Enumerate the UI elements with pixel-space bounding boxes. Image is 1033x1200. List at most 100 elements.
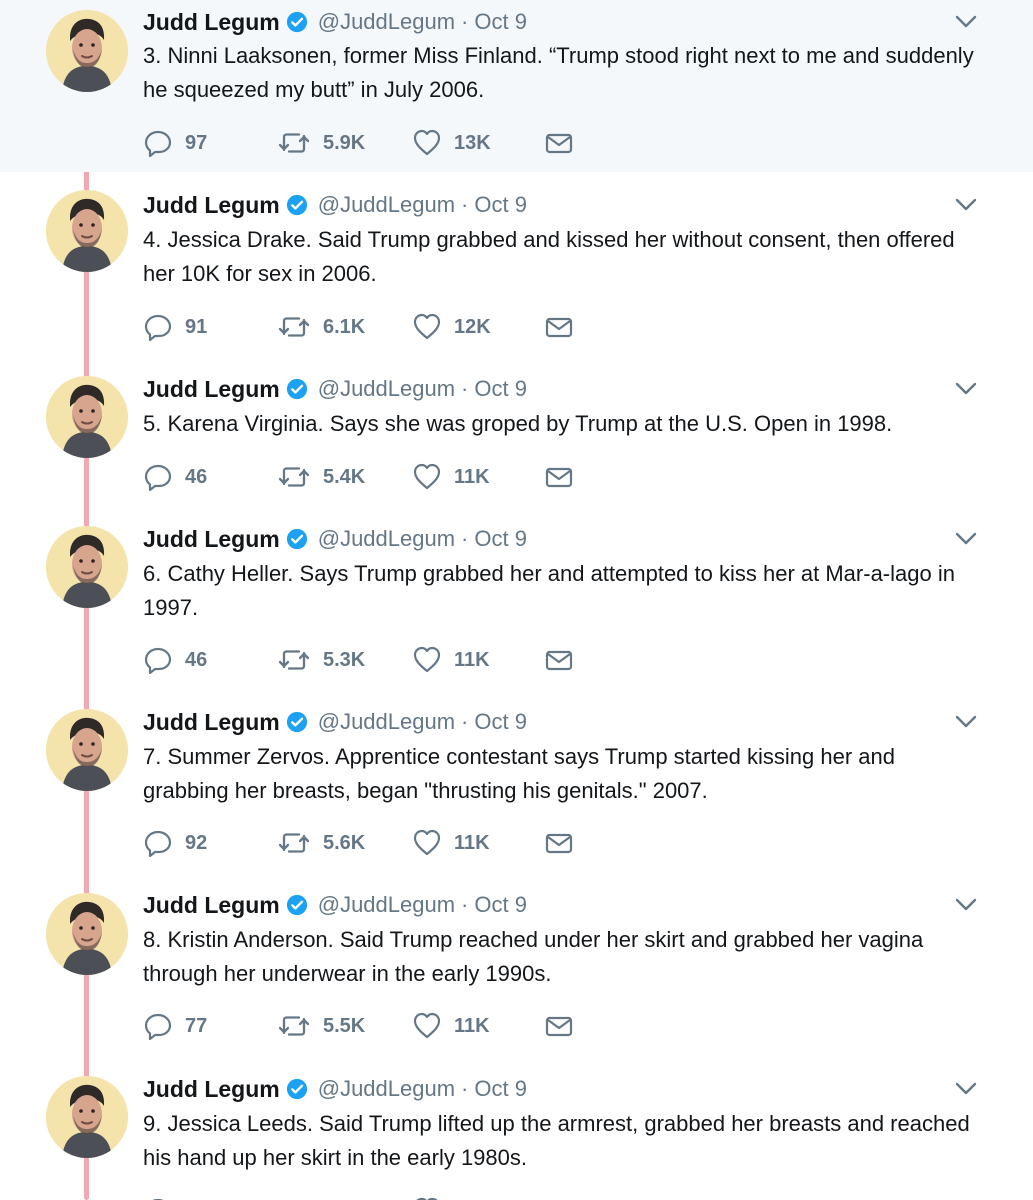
chevron-down-icon[interactable] — [953, 192, 979, 218]
reply-button[interactable]: 46 — [143, 646, 277, 674]
verified-badge-icon — [286, 1078, 307, 1100]
tweet-date[interactable]: Oct 9 — [474, 709, 527, 735]
author-handle[interactable]: @JuddLegum — [318, 1076, 455, 1102]
tweet-header: Judd Legum @JuddLegum · Oct 9 — [143, 6, 527, 38]
like-button[interactable]: 11K — [412, 1012, 544, 1040]
separator-dot: · — [461, 376, 469, 401]
author-name[interactable]: Judd Legum — [143, 192, 280, 219]
verified-badge-icon — [286, 528, 307, 550]
reply-button[interactable]: 91 — [143, 313, 277, 341]
author-name[interactable]: Judd Legum — [143, 892, 280, 919]
tweet-date[interactable]: Oct 9 — [474, 192, 527, 218]
author-name[interactable]: Judd Legum — [143, 709, 280, 736]
retweet-button[interactable]: 6.1K — [277, 313, 412, 341]
author-handle[interactable]: @JuddLegum — [318, 9, 455, 35]
retweet-icon — [278, 133, 310, 153]
tweet-date[interactable]: Oct 9 — [474, 376, 527, 402]
like-button[interactable]: 13K — [412, 129, 544, 157]
tweet-date[interactable]: Oct 9 — [474, 9, 527, 35]
direct-message-button[interactable] — [544, 465, 584, 489]
profile-photo — [46, 190, 128, 272]
reply-count: 97 — [185, 131, 208, 154]
direct-message-button[interactable] — [544, 831, 584, 855]
tweet[interactable]: Judd Legum @JuddLegum · Oct 9 3. Ninni L… — [0, 0, 1033, 172]
direct-message-button[interactable] — [544, 315, 584, 339]
tweet[interactable]: Judd Legum @JuddLegum · Oct 9 7. Summer … — [0, 689, 1033, 872]
mail-icon — [545, 467, 573, 488]
tweet-header: Judd Legum @JuddLegum · Oct 9 — [143, 189, 527, 221]
chevron-down-icon[interactable] — [953, 709, 979, 735]
chevron-down-icon[interactable] — [953, 376, 979, 402]
profile-photo — [46, 893, 128, 975]
tweet[interactable]: Judd Legum @JuddLegum · Oct 9 5. Karena … — [0, 356, 1033, 506]
separator-dot: · — [461, 526, 469, 551]
profile-photo — [46, 376, 128, 458]
reply-count: 92 — [185, 831, 208, 854]
retweet-icon — [278, 1016, 310, 1036]
reply-button[interactable]: 97 — [143, 129, 277, 157]
heart-icon — [413, 1012, 441, 1039]
heart-icon — [413, 646, 441, 673]
tweet[interactable]: Judd Legum @JuddLegum · Oct 9 4. Jessica… — [0, 172, 1033, 356]
mail-icon — [545, 650, 573, 671]
author-name[interactable]: Judd Legum — [143, 1076, 280, 1103]
reply-icon — [144, 130, 172, 157]
avatar[interactable] — [46, 893, 128, 975]
retweet-button[interactable]: 5.5K — [277, 1012, 412, 1040]
tweet[interactable]: Judd Legum @JuddLegum · Oct 9 8. Kristin… — [0, 872, 1033, 1056]
author-name[interactable]: Judd Legum — [143, 526, 280, 553]
author-handle[interactable]: @JuddLegum — [318, 192, 455, 218]
heart-icon — [413, 829, 441, 856]
avatar[interactable] — [46, 10, 128, 92]
avatar[interactable] — [46, 190, 128, 272]
author-handle[interactable]: @JuddLegum — [318, 526, 455, 552]
tweet-text: 8. Kristin Anderson. Said Trump reached … — [143, 927, 924, 986]
tweet-actions: 91 6.1K 12K — [143, 310, 584, 344]
tweet[interactable]: Judd Legum @JuddLegum · Oct 9 9. Jessica… — [0, 1056, 1033, 1200]
direct-message-button[interactable] — [544, 1014, 584, 1038]
author-name[interactable]: Judd Legum — [143, 9, 280, 36]
retweet-count: 5.5K — [323, 1014, 366, 1037]
tweet-actions: 77 5.5K 11K — [143, 1009, 584, 1043]
author-handle[interactable]: @JuddLegum — [318, 709, 455, 735]
reply-count: 91 — [185, 315, 208, 338]
chevron-down-icon[interactable] — [953, 526, 979, 552]
reply-button[interactable]: 46 — [143, 463, 277, 491]
retweet-icon — [278, 467, 310, 487]
direct-message-button[interactable] — [544, 131, 584, 155]
author-name[interactable]: Judd Legum — [143, 376, 280, 403]
reply-button[interactable]: 77 — [143, 1012, 277, 1040]
tweet-date[interactable]: Oct 9 — [474, 526, 527, 552]
retweet-button[interactable]: 5.3K — [277, 646, 412, 674]
tweet-actions: 97 5.9K 13K — [143, 126, 584, 160]
tweet-text: 3. Ninni Laaksonen, former Miss Finland.… — [143, 43, 974, 102]
heart-icon — [413, 129, 441, 156]
like-button[interactable]: 11K — [412, 829, 544, 857]
avatar[interactable] — [46, 709, 128, 791]
avatar[interactable] — [46, 1076, 128, 1158]
reply-button[interactable]: 92 — [143, 829, 277, 857]
retweet-button[interactable]: 5.4K — [277, 463, 412, 491]
retweet-count: 6.1K — [323, 315, 366, 338]
tweet-text: 5. Karena Virginia. Says she was groped … — [143, 411, 893, 436]
direct-message-button[interactable] — [544, 648, 584, 672]
tweet[interactable]: Judd Legum @JuddLegum · Oct 9 6. Cathy H… — [0, 506, 1033, 689]
retweet-button[interactable]: 5.9K — [277, 129, 412, 157]
like-count: 11K — [454, 1014, 490, 1037]
author-handle[interactable]: @JuddLegum — [318, 892, 455, 918]
avatar[interactable] — [46, 376, 128, 458]
tweet-date[interactable]: Oct 9 — [474, 892, 527, 918]
chevron-down-icon[interactable] — [953, 9, 979, 35]
like-button[interactable]: 11K — [412, 646, 544, 674]
author-handle[interactable]: @JuddLegum — [318, 376, 455, 402]
like-button[interactable]: 12K — [412, 313, 544, 341]
avatar[interactable] — [46, 526, 128, 608]
chevron-down-icon[interactable] — [953, 1076, 979, 1102]
like-button[interactable]: 11K — [412, 463, 544, 491]
chevron-down-icon[interactable] — [953, 892, 979, 918]
profile-photo — [46, 709, 128, 791]
reply-icon — [144, 647, 172, 674]
reply-icon — [144, 464, 172, 491]
retweet-button[interactable]: 5.6K — [277, 829, 412, 857]
tweet-date[interactable]: Oct 9 — [474, 1076, 527, 1102]
